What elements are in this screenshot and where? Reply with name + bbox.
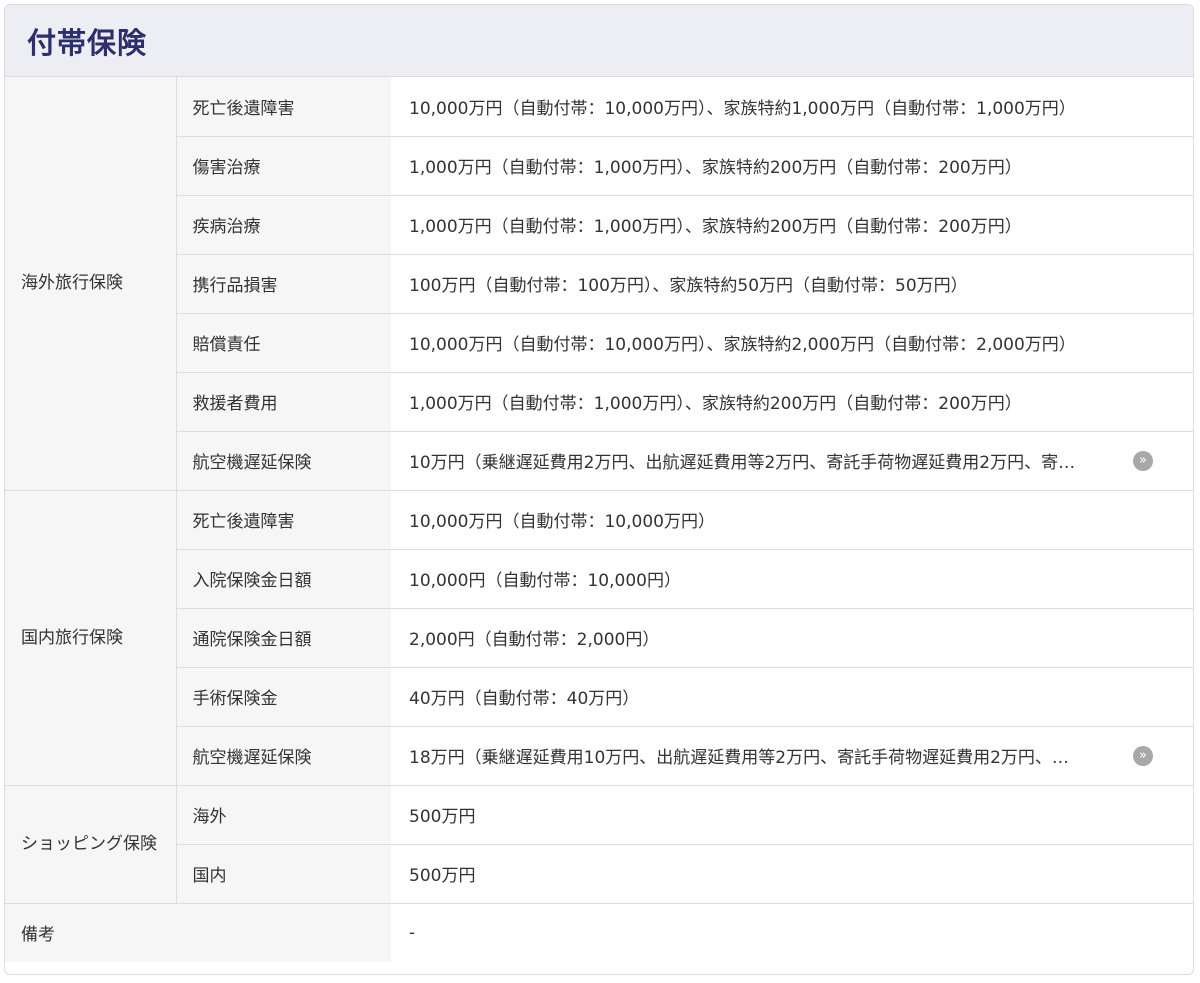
table-row: 手術保険金 40万円（自動付帯：40万円） bbox=[5, 667, 1193, 727]
table-row: 賠償責任 10,000万円（自動付帯：10,000万円）、家族特約2,000万円… bbox=[5, 313, 1193, 373]
item-value: 10,000万円（自動付帯：10,000万円）、家族特約1,000万円（自動付帯… bbox=[391, 77, 1193, 137]
table-row: 海外旅行保険 死亡後遺障害 10,000万円（自動付帯：10,000万円）、家族… bbox=[5, 77, 1193, 491]
table-row: 国内 500万円 bbox=[5, 844, 1193, 904]
item-label: 入院保険金日額 bbox=[176, 549, 391, 609]
item-label: 死亡後遺障害 bbox=[176, 77, 391, 137]
category-overseas-travel: 海外旅行保険 bbox=[5, 77, 177, 491]
item-value: 10,000円（自動付帯：10,000円） bbox=[391, 549, 1193, 609]
table-row: 国内旅行保険 死亡後遺障害 10,000万円（自動付帯：10,000万円） bbox=[5, 490, 1193, 786]
card-header: 付帯保険 bbox=[5, 5, 1193, 77]
item-label: 死亡後遺障害 bbox=[176, 490, 391, 550]
item-label: 救援者費用 bbox=[176, 372, 391, 432]
item-value: 2,000円（自動付帯：2,000円） bbox=[391, 608, 1193, 668]
value-text: 1,000万円（自動付帯：1,000万円）、家族特約200万円（自動付帯：200… bbox=[409, 394, 1022, 414]
value-text: 10,000万円（自動付帯：10,000万円） bbox=[409, 512, 715, 532]
item-label: 航空機遅延保険 bbox=[176, 726, 391, 786]
value-text: - bbox=[409, 922, 416, 943]
value-text: 10万円（乗継遅延費用2万円、出航遅延費用等2万円、寄託手荷物遅延費用2万円、寄… bbox=[409, 453, 1076, 473]
item-value: 40万円（自動付帯：40万円） bbox=[391, 667, 1193, 727]
table-row: 疾病治療 1,000万円（自動付帯：1,000万円）、家族特約200万円（自動付… bbox=[5, 195, 1193, 255]
value-text: 40万円（自動付帯：40万円） bbox=[409, 689, 640, 709]
item-label: 携行品損害 bbox=[176, 254, 391, 314]
category-domestic-travel: 国内旅行保険 bbox=[5, 490, 177, 786]
table-row: 救援者費用 1,000万円（自動付帯：1,000万円）、家族特約200万円（自動… bbox=[5, 372, 1193, 432]
value-text: 1,000万円（自動付帯：1,000万円）、家族特約200万円（自動付帯：200… bbox=[409, 158, 1022, 178]
expand-more-icon[interactable]: » bbox=[1133, 450, 1153, 471]
remarks-label: 備考 bbox=[5, 903, 391, 962]
table-row: 備考 - bbox=[5, 903, 1193, 962]
category-shopping: ショッピング保険 bbox=[5, 785, 177, 904]
insurance-table: 海外旅行保険 死亡後遺障害 10,000万円（自動付帯：10,000万円）、家族… bbox=[5, 77, 1193, 962]
value-text: 100万円（自動付帯：100万円）、家族特約50万円（自動付帯：50万円） bbox=[409, 276, 968, 296]
value-text: 2,000円（自動付帯：2,000円） bbox=[409, 630, 660, 650]
item-value: 18万円（乗継遅延費用10万円、出航遅延費用等2万円、寄託手荷物遅延費用2万円、… bbox=[391, 726, 1193, 786]
value-text: 18万円（乗継遅延費用10万円、出航遅延費用等2万円、寄託手荷物遅延費用2万円、… bbox=[409, 748, 1069, 768]
item-value: 10,000万円（自動付帯：10,000万円）、家族特約2,000万円（自動付帯… bbox=[391, 313, 1193, 373]
page-title: 付帯保険 bbox=[27, 25, 148, 60]
value-text: 10,000万円（自動付帯：10,000万円）、家族特約2,000万円（自動付帯… bbox=[409, 335, 1076, 355]
item-label: 疾病治療 bbox=[176, 195, 391, 255]
item-value: 1,000万円（自動付帯：1,000万円）、家族特約200万円（自動付帯：200… bbox=[391, 195, 1193, 255]
item-label: 海外 bbox=[176, 785, 391, 845]
value-text: 10,000万円（自動付帯：10,000万円）、家族特約1,000万円（自動付帯… bbox=[409, 98, 1076, 119]
item-value: 10,000万円（自動付帯：10,000万円） bbox=[391, 490, 1193, 550]
item-label: 賠償責任 bbox=[176, 313, 391, 373]
item-value: 1,000万円（自動付帯：1,000万円）、家族特約200万円（自動付帯：200… bbox=[391, 136, 1193, 196]
value-text: 500万円 bbox=[409, 866, 476, 886]
table-row: 傷害治療 1,000万円（自動付帯：1,000万円）、家族特約200万円（自動付… bbox=[5, 136, 1193, 196]
item-value: 500万円 bbox=[391, 844, 1193, 904]
insurance-card: 付帯保険 海外旅行保険 死亡後遺障害 10,000万円（自動付帯：10,000万… bbox=[4, 4, 1194, 975]
table-row: 通院保険金日額 2,000円（自動付帯：2,000円） bbox=[5, 608, 1193, 668]
remarks-value: - bbox=[391, 903, 1193, 962]
expand-more-icon[interactable]: » bbox=[1133, 745, 1153, 766]
item-value: 1,000万円（自動付帯：1,000万円）、家族特約200万円（自動付帯：200… bbox=[391, 372, 1193, 432]
item-label: 国内 bbox=[176, 844, 391, 904]
item-label: 手術保険金 bbox=[176, 667, 391, 727]
table-row: 携行品損害 100万円（自動付帯：100万円）、家族特約50万円（自動付帯：50… bbox=[5, 254, 1193, 314]
table-row: 航空機遅延保険 10万円（乗継遅延費用2万円、出航遅延費用等2万円、寄託手荷物遅… bbox=[5, 431, 1193, 491]
item-value: 100万円（自動付帯：100万円）、家族特約50万円（自動付帯：50万円） bbox=[391, 254, 1193, 314]
item-label: 通院保険金日額 bbox=[176, 608, 391, 668]
value-text: 1,000万円（自動付帯：1,000万円）、家族特約200万円（自動付帯：200… bbox=[409, 217, 1022, 237]
item-value: 500万円 bbox=[391, 785, 1193, 845]
table-row: ショッピング保険 海外 500万円 bbox=[5, 785, 1193, 904]
item-label: 航空機遅延保険 bbox=[176, 431, 391, 491]
table-row: 航空機遅延保険 18万円（乗継遅延費用10万円、出航遅延費用等2万円、寄託手荷物… bbox=[5, 726, 1193, 786]
value-text: 10,000円（自動付帯：10,000円） bbox=[409, 571, 681, 591]
item-value: 10万円（乗継遅延費用2万円、出航遅延費用等2万円、寄託手荷物遅延費用2万円、寄… bbox=[391, 431, 1193, 491]
table-row: 入院保険金日額 10,000円（自動付帯：10,000円） bbox=[5, 549, 1193, 609]
value-text: 500万円 bbox=[409, 807, 476, 827]
item-label: 傷害治療 bbox=[176, 136, 391, 196]
